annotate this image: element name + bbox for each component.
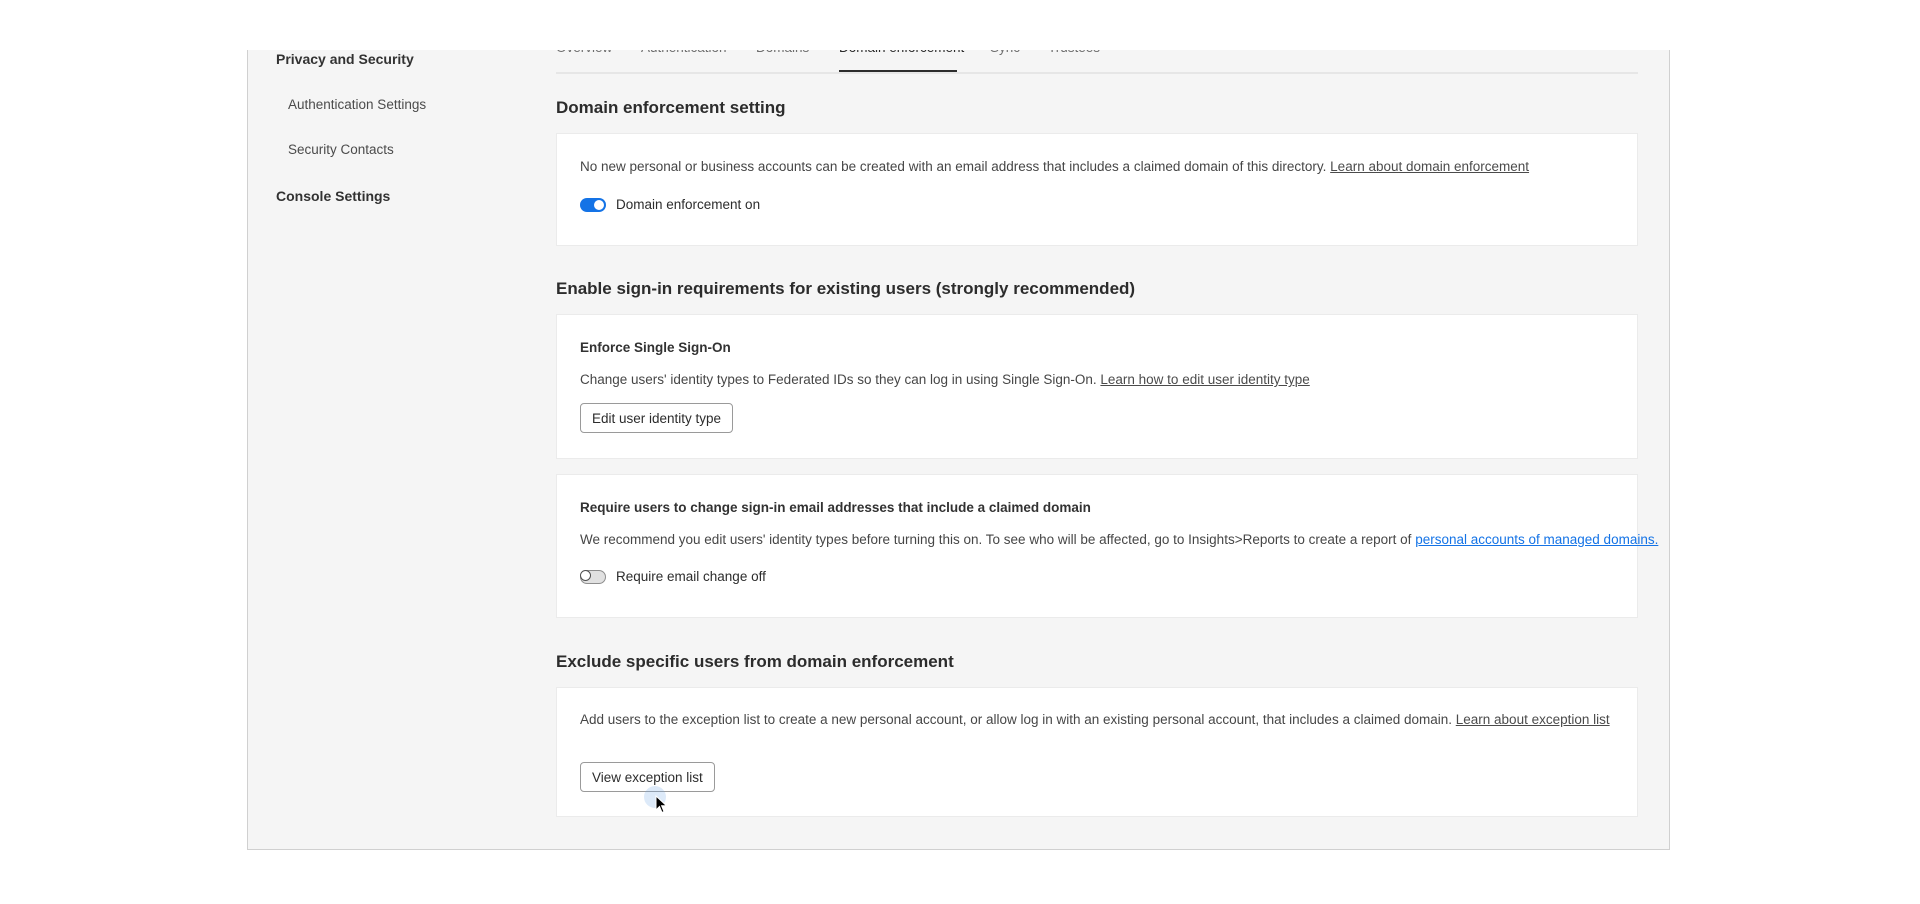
exception-list-description-text: Add users to the exception list to creat…	[580, 712, 1452, 727]
require-email-change-toggle[interactable]	[580, 570, 606, 584]
settings-sidebar: Privacy and Security Authentication Sett…	[248, 50, 548, 849]
active-tab-indicator	[839, 70, 957, 72]
domain-enforcement-toggle-label: Domain enforcement on	[616, 197, 760, 212]
learn-exception-list-link[interactable]: Learn about exception list	[1456, 712, 1610, 727]
require-email-change-heading: Require users to change sign-in email ad…	[580, 500, 1091, 515]
enforce-sso-heading: Enforce Single Sign-On	[580, 340, 731, 355]
require-email-change-toggle-label: Require email change off	[616, 569, 766, 584]
domain-enforcement-description-text: No new personal or business accounts can…	[580, 159, 1326, 174]
enforce-sso-description: Change users' identity types to Federate…	[580, 372, 1310, 387]
exclusions-title: Exclude specific users from domain enfor…	[556, 652, 954, 672]
exception-list-card: Add users to the exception list to creat…	[556, 687, 1638, 817]
top-edge	[0, 0, 1920, 50]
learn-domain-enforcement-link[interactable]: Learn about domain enforcement	[1330, 159, 1529, 174]
domain-enforcement-toggle[interactable]	[580, 198, 606, 212]
require-email-change-card: Require users to change sign-in email ad…	[556, 474, 1638, 618]
mouse-pointer-icon	[655, 795, 669, 815]
domain-enforcement-card: No new personal or business accounts can…	[556, 133, 1638, 246]
exception-list-description: Add users to the exception list to creat…	[580, 712, 1610, 727]
domain-enforcement-title: Domain enforcement setting	[556, 98, 786, 118]
sign-in-requirements-title: Enable sign-in requirements for existing…	[556, 279, 1135, 299]
domain-enforcement-description: No new personal or business accounts can…	[580, 159, 1529, 174]
enforce-sso-card: Enforce Single Sign-On Change users' ide…	[556, 314, 1638, 459]
learn-edit-identity-type-link[interactable]: Learn how to edit user identity type	[1100, 372, 1309, 387]
require-email-change-description: We recommend you edit users' identity ty…	[580, 532, 1658, 547]
sidebar-item-security-contacts[interactable]: Security Contacts	[288, 142, 394, 157]
personal-accounts-report-link[interactable]: personal accounts of managed domains.	[1415, 532, 1658, 547]
sidebar-section-privacy-security[interactable]: Privacy and Security	[276, 51, 414, 67]
enforce-sso-description-text: Change users' identity types to Federate…	[580, 372, 1097, 387]
sidebar-section-console-settings[interactable]: Console Settings	[276, 188, 390, 204]
settings-tabs: Overview Authentication Domains Domain e…	[556, 50, 1638, 74]
edit-user-identity-type-button[interactable]: Edit user identity type	[580, 403, 733, 433]
sidebar-item-authentication-settings[interactable]: Authentication Settings	[288, 97, 426, 112]
require-email-change-description-text: We recommend you edit users' identity ty…	[580, 532, 1411, 547]
admin-console-panel: Privacy and Security Authentication Sett…	[247, 50, 1670, 850]
